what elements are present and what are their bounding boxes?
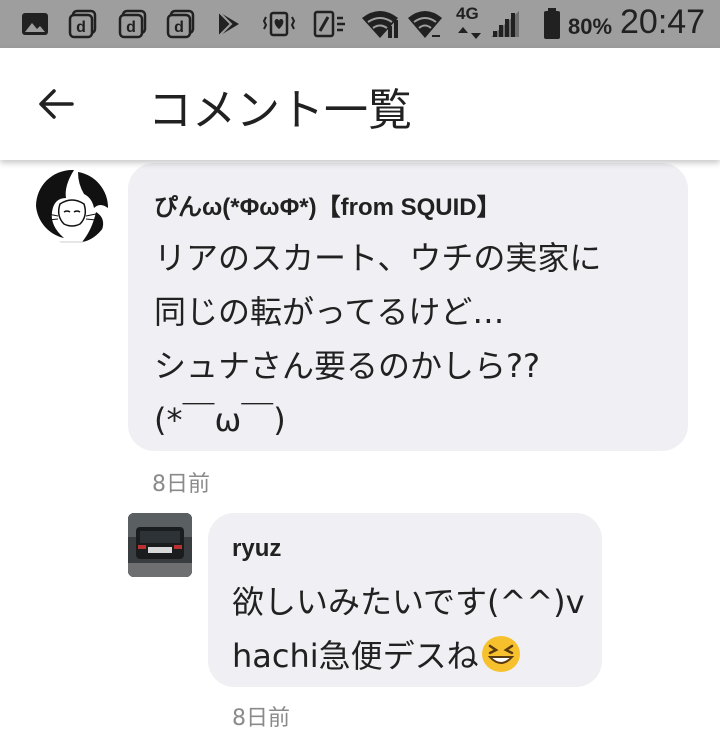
image-icon <box>20 9 50 39</box>
wifi-icon <box>406 9 444 39</box>
reply-item: ryuz 欲しいみたいです(^^)v hachi急便デスね 8日前 <box>0 500 720 731</box>
comment-item: ぴんω(*ΦωΦ*)【from SQUID】 リアのスカート、ウチの実家に 同じ… <box>0 160 720 500</box>
svg-text:d: d <box>76 19 86 36</box>
status-bar: d d d 4G 80% 20:47 <box>0 0 720 48</box>
laughing-emoji-icon <box>481 635 521 677</box>
arrow-back-icon <box>39 89 74 119</box>
comment-text-line: リアのスカート、ウチの実家に <box>154 239 602 277</box>
docomo-d-icon: d <box>116 9 150 39</box>
data-arrows-icon <box>458 26 484 40</box>
signal-icon <box>488 9 522 39</box>
reply-text-line-wrap: hachi急便デスね <box>232 631 521 677</box>
reply-timestamp: 8日前 <box>232 706 290 731</box>
comment-timestamp: 8日前 <box>152 472 210 497</box>
reply-text-line: 欲しいみたいです(^^)v <box>232 583 585 621</box>
reply-author[interactable]: ryuz <box>232 535 281 563</box>
vibrate-heart-icon <box>262 9 296 39</box>
svg-text:d: d <box>126 19 136 36</box>
comment-text-line: 同じの転がってるけど… <box>154 293 505 331</box>
nfc-icon <box>312 9 348 39</box>
clock: 20:47 <box>620 3 706 41</box>
comment-bubble[interactable]: ぴんω(*ΦωΦ*)【from SQUID】 リアのスカート、ウチの実家に 同じ… <box>128 163 688 451</box>
comment-text-line: (*￣ω￣) <box>154 401 286 439</box>
cat-avatar-image <box>35 169 109 243</box>
app-bar: コメント一覧 <box>0 48 720 160</box>
svg-text:d: d <box>174 19 184 36</box>
battery-percent: 80% <box>568 14 613 39</box>
comment-text-line: シュナさん要るのかしら?? <box>154 347 540 385</box>
network-type-label: 4G <box>456 4 479 23</box>
comment-author[interactable]: ぴんω(*ΦωΦ*)【from SQUID】 <box>154 187 501 222</box>
car-photo-avatar-image <box>128 513 192 577</box>
user-avatar[interactable] <box>34 168 110 244</box>
docomo-d-icon: d <box>66 9 100 39</box>
battery-icon <box>542 8 562 39</box>
reply-text-line: hachi急便デスね <box>232 637 479 675</box>
user-avatar[interactable] <box>128 513 192 577</box>
reply-bubble[interactable]: ryuz 欲しいみたいです(^^)v hachi急便デスね <box>208 513 602 687</box>
wifi-icon <box>360 9 400 39</box>
back-button[interactable] <box>30 78 82 130</box>
docomo-d-icon: d <box>164 9 198 39</box>
play-store-icon <box>214 9 244 39</box>
page-title: コメント一覧 <box>148 85 412 136</box>
